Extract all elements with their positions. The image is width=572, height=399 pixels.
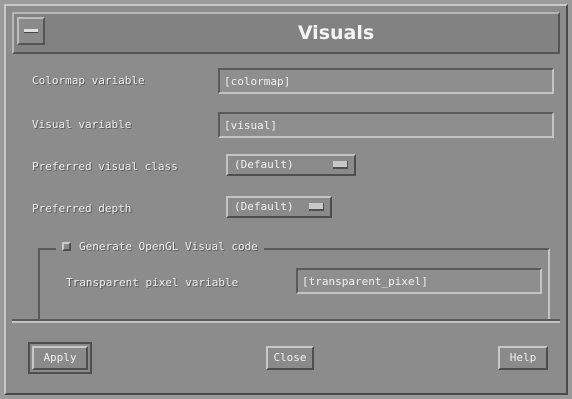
opengl-checkbox-label: Generate OpenGL Visual code [79, 240, 258, 253]
opengl-toggle[interactable]: Generate OpenGL Visual code [56, 240, 264, 253]
colormap-field[interactable] [218, 68, 554, 94]
preferred-class-label: Preferred visual class [32, 160, 178, 173]
option-menu-indicator-icon [309, 203, 324, 211]
opengl-checkbox[interactable] [62, 242, 71, 251]
help-button[interactable]: Help [498, 346, 548, 370]
transparent-pixel-label: Transparent pixel variable [66, 276, 239, 289]
window-menu-icon[interactable] [17, 17, 45, 45]
close-button[interactable]: Close [266, 346, 314, 370]
separator [12, 319, 560, 323]
option-menu-indicator-icon [333, 161, 348, 169]
visual-field[interactable] [218, 112, 554, 138]
window-title: Visuals [297, 22, 375, 44]
transparent-pixel-field[interactable] [296, 268, 542, 294]
action-bar: Apply Close Help [12, 326, 560, 386]
preferred-depth-label: Preferred depth [32, 202, 132, 215]
preferred-depth-value: (Default) [234, 200, 294, 213]
colormap-label: Colormap variable [32, 74, 145, 87]
preferred-class-menu[interactable]: (Default) [226, 154, 356, 176]
preferred-class-value: (Default) [234, 158, 294, 171]
window-menu-bar [24, 29, 38, 33]
visuals-dialog: Visuals Colormap variable Visual variabl… [4, 4, 568, 395]
opengl-frame: Transparent pixel variable [38, 248, 550, 322]
apply-button[interactable]: Apply [32, 346, 88, 370]
preferred-depth-menu[interactable]: (Default) [226, 196, 332, 218]
visual-label: Visual variable [32, 118, 132, 131]
title-bar[interactable]: Visuals [12, 12, 560, 54]
dialog-content: Colormap variable Visual variable Prefer… [12, 56, 560, 322]
